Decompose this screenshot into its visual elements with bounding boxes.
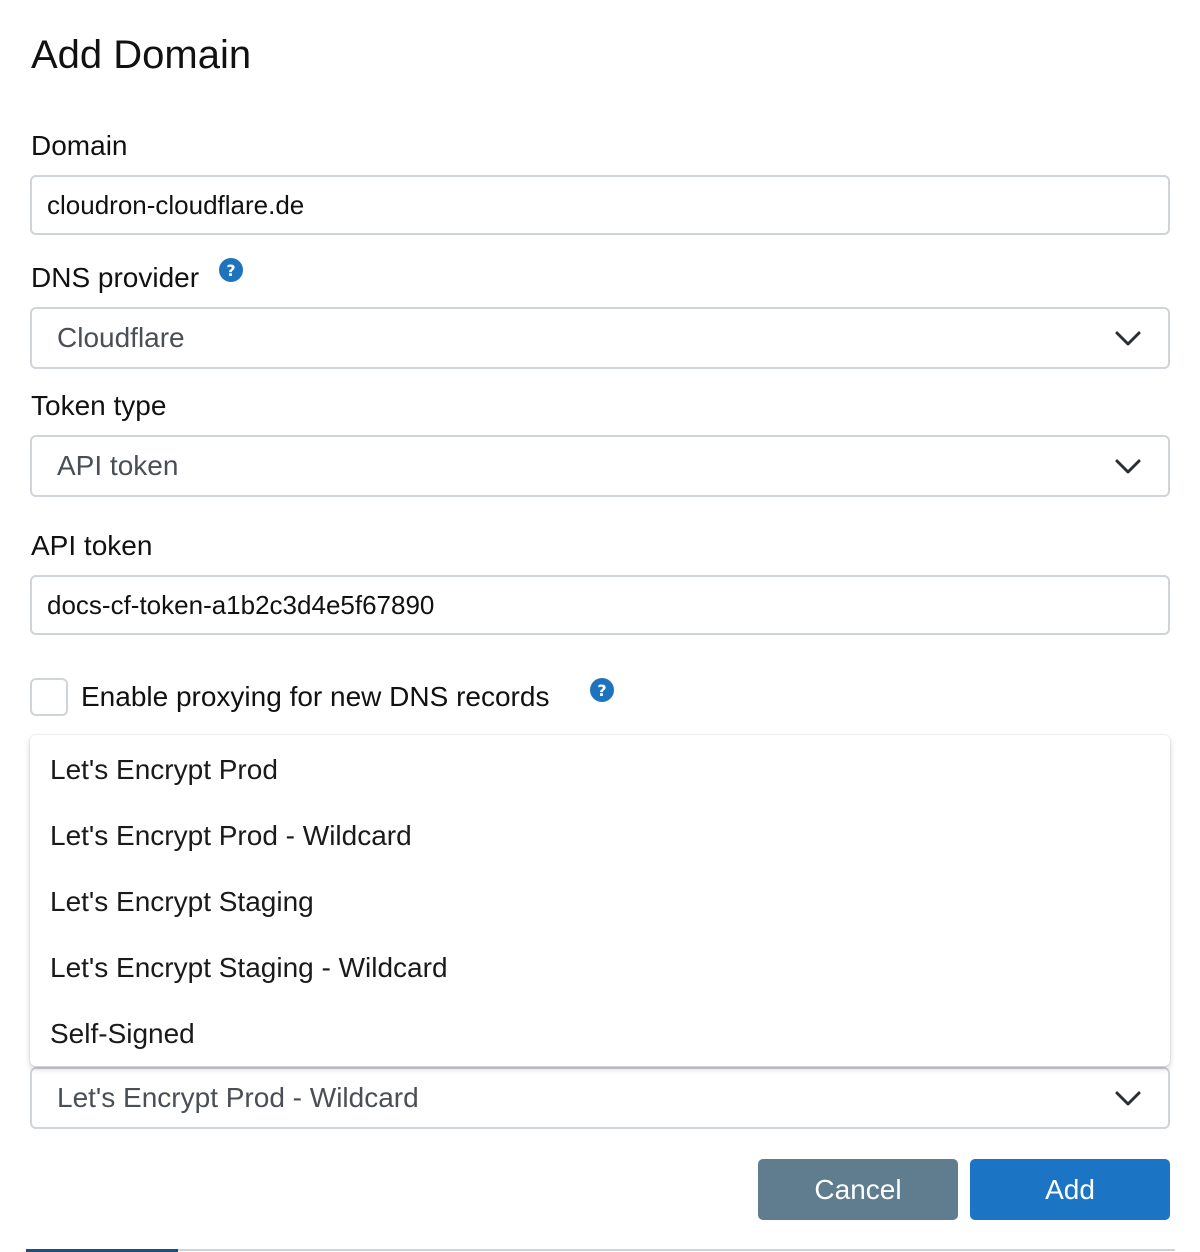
chevron-down-icon bbox=[1115, 331, 1141, 346]
proxying-checkbox[interactable] bbox=[30, 678, 68, 716]
token-type-label: Token type bbox=[31, 390, 167, 421]
divider bbox=[26, 1249, 1175, 1251]
dialog-title: Add Domain bbox=[31, 33, 252, 77]
question-icon[interactable]: ? bbox=[219, 258, 243, 282]
question-icon[interactable]: ? bbox=[590, 678, 614, 702]
dns-provider-label: DNS provider bbox=[31, 262, 200, 293]
add-button[interactable]: Add bbox=[970, 1159, 1170, 1220]
dropdown-option-letsencrypt-staging[interactable]: Let's Encrypt Staging bbox=[30, 869, 1170, 935]
dropdown-option-letsencrypt-prod[interactable]: Let's Encrypt Prod bbox=[30, 737, 1170, 803]
domain-label: Domain bbox=[31, 130, 128, 161]
certificate-provider-select[interactable]: Let's Encrypt Prod - Wildcard bbox=[30, 1067, 1170, 1129]
dropdown-option-letsencrypt-prod-wildcard[interactable]: Let's Encrypt Prod - Wildcard bbox=[30, 803, 1170, 869]
api-token-label: API token bbox=[31, 530, 153, 561]
dns-provider-value: Cloudflare bbox=[57, 322, 185, 353]
domain-input[interactable]: cloudron-cloudflare.de bbox=[30, 175, 1170, 235]
proxying-label[interactable]: Enable proxying for new DNS records bbox=[81, 680, 549, 714]
certificate-provider-value: Let's Encrypt Prod - Wildcard bbox=[57, 1082, 419, 1113]
token-type-value: API token bbox=[57, 450, 179, 481]
dropdown-option-self-signed[interactable]: Self-Signed bbox=[30, 1001, 1170, 1067]
dns-provider-select[interactable]: Cloudflare bbox=[30, 307, 1170, 369]
chevron-down-icon bbox=[1115, 459, 1141, 474]
token-type-select[interactable]: API token bbox=[30, 435, 1170, 497]
chevron-down-icon bbox=[1115, 1091, 1141, 1106]
certificate-provider-dropdown: Let's Encrypt Prod Let's Encrypt Prod - … bbox=[30, 735, 1170, 1066]
dropdown-option-letsencrypt-staging-wildcard[interactable]: Let's Encrypt Staging - Wildcard bbox=[30, 935, 1170, 1001]
api-token-input[interactable]: docs-cf-token-a1b2c3d4e5f67890 bbox=[30, 575, 1170, 635]
add-domain-dialog: Add Domain Domain cloudron-cloudflare.de… bbox=[0, 0, 1200, 1252]
cancel-button[interactable]: Cancel bbox=[758, 1159, 958, 1220]
